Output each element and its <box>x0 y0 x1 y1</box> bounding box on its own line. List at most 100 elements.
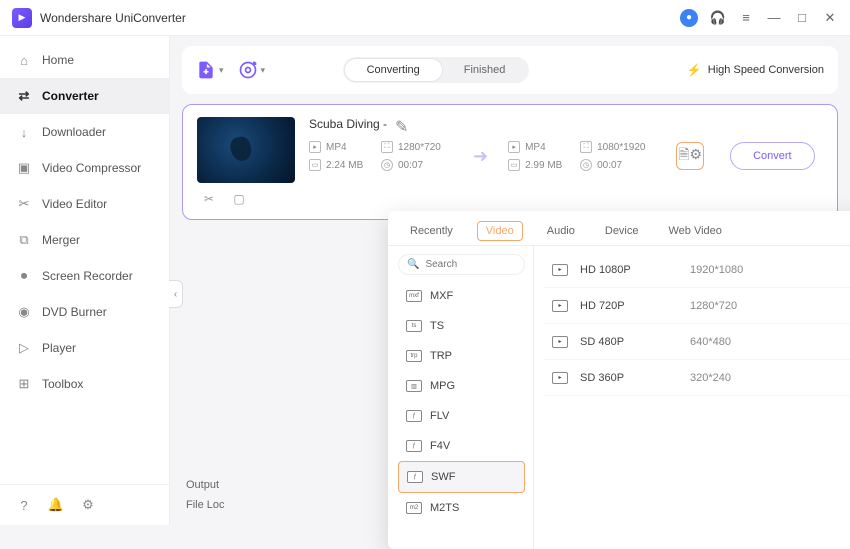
sidebar-item-downloader[interactable]: ↓ Downloader <box>0 114 169 150</box>
content-area: ▾ ▾ Converting Finished ⚡ High Speed Con… <box>170 36 850 525</box>
resolution-icon: ⛶ <box>580 141 592 153</box>
sidebar-item-label: DVD Burner <box>42 305 107 319</box>
src-duration: 00:07 <box>398 160 423 171</box>
titlebar: Wondershare UniConverter ● 🎧 ≡ — □ ✕ <box>0 0 850 36</box>
resolution-item-360p[interactable]: ▸ SD 360P 320*240 ✎ <box>544 360 850 396</box>
crop-icon[interactable]: ▢ <box>231 191 247 207</box>
task-card[interactable]: Scuba Diving - ✎ ▸MP4 ▭2.24 MB ⛶1280*720… <box>182 104 838 220</box>
add-dvd-button[interactable]: ▾ <box>238 60 266 80</box>
menu-icon[interactable]: ≡ <box>738 10 754 26</box>
sidebar-item-label: Video Compressor <box>42 161 141 175</box>
tab-finished[interactable]: Finished <box>442 59 528 81</box>
format-item-mpg[interactable]: ▥ MPG <box>398 371 525 401</box>
dst-size: 2.99 MB <box>525 160 562 171</box>
sidebar-item-merger[interactable]: ⧉ Merger <box>0 222 169 258</box>
format-label: MPG <box>430 380 455 392</box>
sidebar-item-converter[interactable]: ⇄ Converter <box>0 78 169 114</box>
format-search-input[interactable] <box>425 259 515 270</box>
format-list: 🔍 mxfMXF tsTS trpTRP ▥MPG ƒFLV ƒF4V ƒSWF… <box>388 246 534 549</box>
sidebar-item-label: Home <box>42 53 74 67</box>
resolution-dim: 1280*720 <box>690 300 850 312</box>
popover-tab-audio[interactable]: Audio <box>541 221 581 245</box>
player-icon: ▷ <box>16 340 32 356</box>
format-label: SWF <box>431 471 455 483</box>
output-settings-button[interactable]: 🗎⚙ <box>676 142 704 170</box>
sidebar-item-label: Downloader <box>42 125 106 139</box>
resolution-item-1080p[interactable]: ▸ HD 1080P 1920*1080 ✎ <box>544 252 850 288</box>
notifications-icon[interactable]: 🔔 <box>48 497 64 513</box>
sidebar-item-video-editor[interactable]: ✂ Video Editor <box>0 186 169 222</box>
help-icon[interactable]: ? <box>16 497 32 513</box>
file-icon: ts <box>406 320 422 332</box>
file-icon: m2 <box>406 502 422 514</box>
file-icon: ▥ <box>406 380 422 392</box>
popover-tab-device[interactable]: Device <box>599 221 645 245</box>
format-search[interactable]: 🔍 <box>398 254 525 275</box>
resolution-icon: ⛶ <box>381 141 393 153</box>
dst-resolution: 1080*1920 <box>597 142 645 153</box>
status-segment: Converting Finished <box>343 57 530 83</box>
sidebar-item-toolbox[interactable]: ⊞ Toolbox <box>0 366 169 402</box>
minimize-button[interactable]: — <box>766 10 782 26</box>
convert-button[interactable]: Convert <box>730 142 815 170</box>
sidebar-item-home[interactable]: ⌂ Home <box>0 42 169 78</box>
converter-icon: ⇄ <box>16 88 32 104</box>
format-item-swf[interactable]: ƒSWF <box>398 461 525 493</box>
clock-icon: ◷ <box>580 159 592 171</box>
trim-icon[interactable]: ✂ <box>201 191 217 207</box>
editor-icon: ✂ <box>16 196 32 212</box>
sidebar-item-label: Converter <box>42 89 99 103</box>
add-file-icon <box>196 60 216 80</box>
popover-tab-video[interactable]: Video <box>477 221 523 241</box>
video-icon: ▸ <box>552 300 568 312</box>
resolution-item-720p[interactable]: ▸ HD 720P 1280*720 ✎ <box>544 288 850 324</box>
add-file-button[interactable]: ▾ <box>196 60 224 80</box>
disc-add-icon <box>238 60 258 80</box>
arrow-right-icon: ➜ <box>469 146 492 167</box>
compressor-icon: ▣ <box>16 160 32 176</box>
format-item-f4v[interactable]: ƒF4V <box>398 431 525 461</box>
high-speed-toggle[interactable]: ⚡ High Speed Conversion <box>687 63 824 77</box>
format-label: M2TS <box>430 502 459 514</box>
sidebar-item-video-compressor[interactable]: ▣ Video Compressor <box>0 150 169 186</box>
dst-format: MP4 <box>525 142 546 153</box>
settings-icon[interactable]: ⚙ <box>80 497 96 513</box>
popover-tab-recently[interactable]: Recently <box>404 221 459 245</box>
sidebar-item-label: Player <box>42 341 76 355</box>
sidebar-item-screen-recorder[interactable]: ⏺ Screen Recorder <box>0 258 169 294</box>
sidebar-collapse-handle[interactable]: ‹ <box>169 280 183 308</box>
dst-duration: 00:07 <box>597 160 622 171</box>
tab-converting[interactable]: Converting <box>345 59 442 81</box>
file-icon: mxf <box>406 290 422 302</box>
format-item-flv[interactable]: ƒFLV <box>398 401 525 431</box>
resolution-dim: 640*480 <box>690 336 850 348</box>
format-item-ts[interactable]: tsTS <box>398 311 525 341</box>
resolution-item-480p[interactable]: ▸ SD 480P 640*480 ✎ <box>544 324 850 360</box>
popover-tab-web-video[interactable]: Web Video <box>663 221 728 245</box>
format-icon: ▸ <box>309 141 321 153</box>
close-button[interactable]: ✕ <box>822 10 838 26</box>
sidebar-item-player[interactable]: ▷ Player <box>0 330 169 366</box>
folder-icon: ▭ <box>508 159 520 171</box>
folder-icon: ▭ <box>309 159 321 171</box>
format-icon: ▸ <box>508 141 520 153</box>
format-item-trp[interactable]: trpTRP <box>398 341 525 371</box>
resolution-list: ▸ HD 1080P 1920*1080 ✎ ▸ HD 720P 1280*72… <box>534 246 850 549</box>
format-item-mxf[interactable]: mxfMXF <box>398 281 525 311</box>
support-icon[interactable]: 🎧 <box>710 10 726 26</box>
format-item-m2ts[interactable]: m2 M2TS <box>398 493 525 523</box>
chevron-down-icon: ▾ <box>261 65 266 76</box>
output-format-label: Output <box>186 479 246 491</box>
file-icon: ƒ <box>406 410 422 422</box>
maximize-button[interactable]: □ <box>794 10 810 26</box>
task-title: Scuba Diving - <box>309 117 387 131</box>
toolbar: ▾ ▾ Converting Finished ⚡ High Speed Con… <box>182 46 838 94</box>
src-resolution: 1280*720 <box>398 142 441 153</box>
chevron-down-icon: ▾ <box>219 65 224 76</box>
sidebar-item-dvd-burner[interactable]: ◉ DVD Burner <box>0 294 169 330</box>
user-avatar-icon[interactable]: ● <box>680 9 698 27</box>
sidebar-item-label: Toolbox <box>42 377 83 391</box>
resolution-name: HD 1080P <box>580 264 690 276</box>
video-thumbnail[interactable] <box>197 117 295 183</box>
edit-title-icon[interactable]: ✎ <box>395 117 409 131</box>
